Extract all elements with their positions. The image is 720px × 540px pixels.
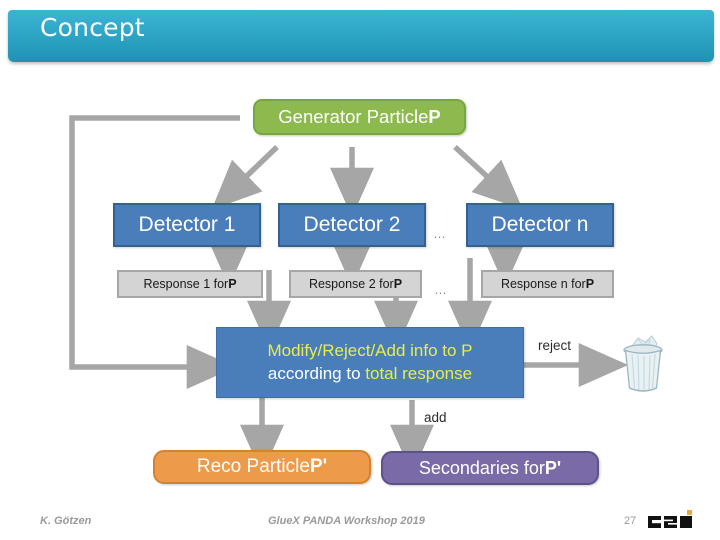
response-1-symbol: P <box>228 276 237 291</box>
reco-symbol: P' <box>309 456 328 478</box>
detector-1-label: Detector 1 <box>138 212 236 236</box>
modify-line-2-highlight: total response <box>365 363 473 383</box>
response-2-symbol: P <box>393 276 403 291</box>
reco-label: Reco Particle <box>196 456 310 478</box>
footer-page-number: 27 <box>624 515 637 527</box>
modify-line-2: according to total response <box>268 363 472 386</box>
detector-2-label: Detector 2 <box>303 212 401 236</box>
modify-reject-add-box[interactable]: Modify/Reject/Add info to P according to… <box>216 327 524 398</box>
response-n-box[interactable]: Response n for P <box>481 270 614 298</box>
footer-event: GlueX PANDA Workshop 2019 <box>268 515 425 527</box>
response-n-label: Response n for <box>500 276 586 291</box>
reco-particle-box[interactable]: Reco Particle P' <box>153 450 371 484</box>
generator-symbol: P <box>428 106 441 128</box>
detector-n-box[interactable]: Detector n <box>466 203 614 247</box>
detector-row-ellipsis: … <box>433 226 447 241</box>
generator-label: Generator Particle <box>278 106 429 128</box>
response-2-label: Response 2 for <box>308 276 394 291</box>
secondaries-label: Secondaries for <box>418 457 545 478</box>
detector-1-box[interactable]: Detector 1 <box>113 203 261 247</box>
trash-bin-icon <box>612 330 674 396</box>
response-n-symbol: P <box>585 276 595 291</box>
detector-2-box[interactable]: Detector 2 <box>278 203 426 247</box>
modify-line-1: Modify/Reject/Add info to P <box>267 340 473 360</box>
response-row-ellipsis: … <box>434 282 448 297</box>
secondaries-symbol: P' <box>544 457 562 478</box>
generator-particle-box[interactable]: Generator Particle P <box>253 99 466 135</box>
reject-edge-label: reject <box>538 338 572 353</box>
response-1-box[interactable]: Response 1 for P <box>117 270 263 298</box>
page-title: Concept <box>40 13 145 42</box>
response-1-label: Response 1 for <box>143 276 229 291</box>
modify-line-2-plain: according to <box>267 363 366 383</box>
gsi-logo <box>648 510 698 532</box>
response-2-box[interactable]: Response 2 for P <box>289 270 422 298</box>
secondaries-box[interactable]: Secondaries for P' <box>381 451 599 485</box>
slide-canvas: Concept Generator Particle P Detector 1 … <box>0 0 720 540</box>
footer-author: K. Götzen <box>40 515 92 527</box>
add-edge-label: add <box>424 410 447 425</box>
detector-n-label: Detector n <box>491 212 589 236</box>
